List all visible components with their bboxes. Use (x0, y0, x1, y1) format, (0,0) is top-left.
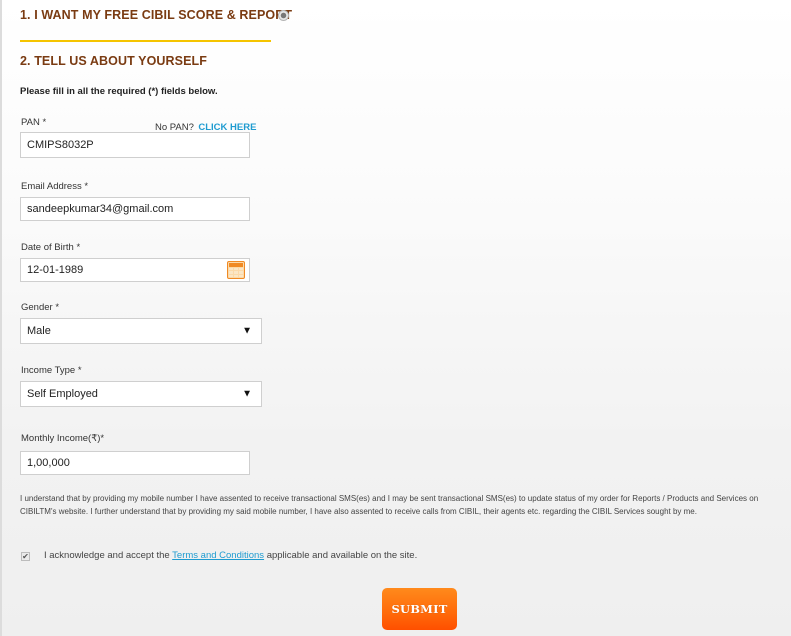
disclaimer-line-2: CIBILTM's website. I further understand … (20, 507, 697, 516)
pan-value: CMIPS8032P (27, 139, 94, 151)
gender-selected-value: Male (27, 325, 51, 337)
pan-label: PAN * (21, 117, 47, 128)
dob-value: 12-01-1989 (27, 264, 84, 276)
required-hint: Please fill in all the required (*) fiel… (20, 86, 218, 97)
terms-acknowledgement: I acknowledge and accept the Terms and C… (44, 550, 417, 561)
submit-button[interactable]: SUBMIT (382, 588, 457, 630)
section-divider (20, 40, 271, 42)
email-label: Email Address * (21, 181, 89, 192)
income-type-selected-value: Self Employed (27, 388, 98, 400)
monthly-income-input[interactable]: 1,00,000 (20, 451, 250, 475)
sms-disclaimer: I understand that by providing my mobile… (20, 492, 791, 518)
calendar-icon[interactable] (227, 261, 245, 279)
disclaimer-line-1: I understand that by providing my mobile… (20, 494, 759, 503)
income-type-select[interactable]: Self Employed ▼ (20, 381, 262, 407)
email-value: sandeepkumar34@gmail.com (27, 203, 174, 215)
gender-select[interactable]: Male ▼ (20, 318, 262, 344)
dropdown-arrow-icon: ▼ (242, 325, 252, 337)
ack-text-after: applicable and available on the site. (264, 550, 418, 561)
step1-title: 1. I WANT MY FREE CIBIL SCORE & REPORT (20, 8, 293, 22)
dob-input[interactable]: 12-01-1989 (20, 258, 250, 282)
terms-and-conditions-link[interactable]: Terms and Conditions (172, 550, 264, 561)
dropdown-arrow-icon: ▼ (242, 388, 252, 400)
income-type-label: Income Type * (21, 365, 82, 376)
monthly-income-label: Monthly Income(₹)* (21, 433, 105, 444)
step1-radio[interactable] (278, 10, 289, 21)
terms-checkbox[interactable]: ✔ (21, 552, 30, 561)
step2-title: 2. TELL US ABOUT YOURSELF (20, 54, 208, 68)
ack-text-before: I acknowledge and accept the (44, 550, 173, 561)
dob-label: Date of Birth * (21, 242, 81, 253)
monthly-income-value: 1,00,000 (27, 457, 70, 469)
pan-input[interactable]: CMIPS8032P (20, 132, 250, 158)
gender-label: Gender * (21, 302, 60, 313)
email-input[interactable]: sandeepkumar34@gmail.com (20, 197, 250, 221)
